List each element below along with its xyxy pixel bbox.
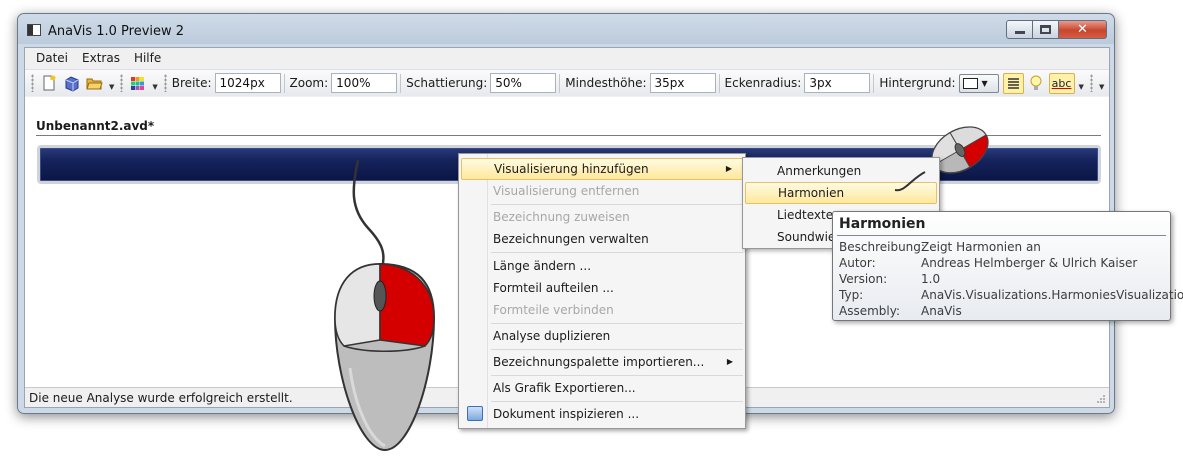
minimize-icon (1014, 31, 1025, 34)
breite-input[interactable] (214, 73, 281, 93)
toolbar-grip[interactable] (163, 74, 167, 92)
eckenradius-label: Eckenradius: (724, 76, 802, 90)
minimize-button[interactable] (1006, 20, 1033, 39)
document-title[interactable]: Unbenannt2.avd* (36, 119, 154, 133)
toolbar-separator (283, 73, 285, 93)
menu-item-duplicate-analysis[interactable]: Analyse duplizieren (461, 325, 743, 347)
save-icon[interactable] (61, 73, 82, 94)
menu-item-import-palette[interactable]: Bezeichnungspalette importieren... ▶ (461, 351, 743, 373)
open-folder-icon[interactable] (84, 73, 105, 94)
toolbar-separator (718, 73, 720, 93)
background-color-dropdown[interactable]: ▼ (958, 73, 999, 93)
align-icon[interactable] (1002, 72, 1024, 94)
chevron-down-icon: ▼ (981, 78, 988, 88)
inspect-icon (467, 406, 483, 421)
toolbar-grip[interactable] (120, 74, 124, 92)
menu-item-split-formpart[interactable]: Formteil aufteilen ... (461, 277, 743, 299)
window-title: AnaVis 1.0 Preview 2 (48, 24, 185, 39)
new-document-icon[interactable] (38, 73, 59, 94)
tooltip-title: Harmonien (839, 216, 926, 232)
resize-grip-icon[interactable] (1096, 394, 1106, 404)
eckenradius-input[interactable] (804, 73, 871, 93)
breite-label: Breite: (171, 76, 212, 90)
submenu-arrow-icon: ▶ (726, 357, 733, 366)
app-icon (27, 24, 41, 36)
close-button[interactable]: ✕ (1058, 20, 1107, 39)
menu-separator (491, 323, 743, 324)
menu-item-change-length[interactable]: Länge ändern ... (461, 255, 743, 277)
toolbar-overflow-icon[interactable]: ▼ (1079, 83, 1084, 96)
menu-item-inspect-document[interactable]: Dokument inspizieren ... (461, 403, 743, 425)
toolbar-overflow-icon[interactable]: ▼ (109, 83, 114, 96)
divider (837, 235, 1166, 236)
close-icon: ✕ (1077, 22, 1088, 37)
menu-item-export-graphic[interactable]: Als Grafik Exportieren... (461, 377, 743, 399)
menu-separator (491, 375, 743, 376)
spellcheck-icon[interactable]: abc (1048, 72, 1075, 94)
hintergrund-label: Hintergrund: (879, 76, 956, 90)
toolbar-grip[interactable] (1089, 74, 1093, 92)
toolbar-separator (873, 73, 875, 93)
menu-separator (491, 401, 743, 402)
tooltip-row: Autor: Andreas Helmberger & Ulrich Kaiser (839, 256, 1138, 270)
lightbulb-icon[interactable] (1026, 73, 1047, 94)
schattierung-label: Schattierung: (406, 76, 488, 90)
plugin-tooltip: Harmonien Beschreibung: Zeigt Harmonien a… (832, 211, 1183, 321)
menu-hilfe[interactable]: Hilfe (127, 51, 168, 65)
toolbar-overflow-icon[interactable]: ▼ (1099, 83, 1104, 96)
menu-extras[interactable]: Extras (75, 51, 127, 65)
menu-item-remove-visualization[interactable]: Visualisierung entfernen (461, 180, 743, 202)
menu-item-manage-labels[interactable]: Bezeichnungen verwalten (461, 228, 743, 250)
tooltip-row: Assembly: AnaVis (839, 304, 962, 318)
mindesthoehe-label: Mindesthöhe: (565, 76, 647, 90)
menu-bar: Datei Extras Hilfe (25, 48, 1109, 68)
toolbar-separator (559, 73, 561, 93)
toolbar: ▼ ▼ Breite: Zoom: Schattierung: Mindesth… (25, 69, 1109, 96)
menu-item-add-visualization[interactable]: Visualisierung hinzufügen ▶ (461, 158, 743, 180)
palette-icon[interactable] (127, 73, 148, 94)
mindesthoehe-input[interactable] (649, 73, 716, 93)
tooltip-row: Typ: AnaVis.Visualizations.HarmoniesVisua… (839, 288, 1183, 302)
mouse-illustration-large (333, 159, 436, 452)
menu-separator (491, 204, 743, 205)
submenu-arrow-icon: ▶ (725, 164, 732, 173)
maximize-button[interactable] (1032, 20, 1059, 39)
tooltip-row: Version: 1.0 (839, 272, 941, 286)
color-swatch (962, 77, 978, 89)
menu-separator (491, 349, 743, 350)
title-bar[interactable]: AnaVis 1.0 Preview 2 ✕ (18, 14, 1114, 46)
menu-item-assign-label[interactable]: Bezeichnung zuweisen (461, 206, 743, 228)
tooltip-row: Beschreibung: Zeigt Harmonien an (839, 240, 1041, 254)
toolbar-grip[interactable] (31, 74, 34, 92)
zoom-input[interactable] (331, 73, 398, 93)
maximize-icon (1040, 25, 1051, 34)
menu-datei[interactable]: Datei (29, 51, 75, 65)
menu-item-join-formparts[interactable]: Formteile verbinden (461, 299, 743, 321)
toolbar-overflow-icon[interactable]: ▼ (152, 83, 157, 96)
toolbar-separator (400, 73, 402, 93)
zoom-label: Zoom: (289, 76, 329, 90)
mouse-cord (894, 171, 926, 192)
menu-separator (491, 252, 743, 253)
schattierung-input[interactable] (490, 73, 557, 93)
status-text: Die neue Analyse wurde erfolgreich erste… (29, 391, 293, 405)
context-menu: Visualisierung hinzufügen ▶ Visualisierun… (458, 153, 746, 429)
